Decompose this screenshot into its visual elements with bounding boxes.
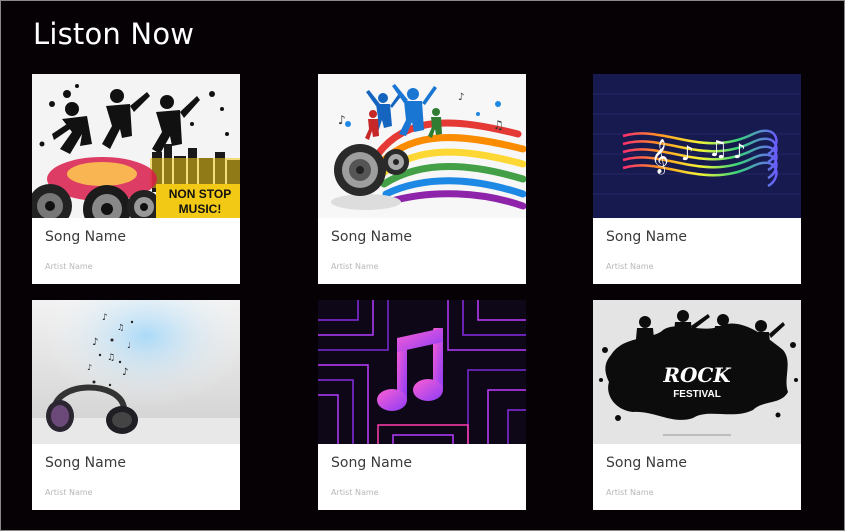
svg-text:♪: ♪ <box>122 367 128 378</box>
art-text-line-1: ROCK <box>662 363 732 387</box>
dance-party-speakers-art: NON STOP MUSIC! <box>32 74 240 218</box>
headphones-notes-art: ♪ ♫ ♪ ♩ ♫ ♪ ♪ <box>32 300 240 444</box>
artist-name: Artist Name <box>331 488 379 497</box>
song-name: Song Name <box>606 455 687 471</box>
art-text-line-2: FESTIVAL <box>673 389 721 400</box>
song-card[interactable]: ♪ ♫ ♪ ♩ ♫ ♪ ♪ Song Name Artist Name <box>32 300 240 510</box>
svg-text:𝄞: 𝄞 <box>651 139 669 175</box>
song-card[interactable]: ♪ ♫ ♪ Song Name Artist Name <box>318 74 526 284</box>
svg-text:♫: ♫ <box>117 323 124 332</box>
art-text-line-1: NON STOP <box>169 187 231 201</box>
app-window: Liston Now NON STOP MUSIC! Song Name Art… <box>1 1 844 530</box>
artist-name: Artist Name <box>331 262 379 271</box>
song-name: Song Name <box>45 229 126 245</box>
svg-text:♪: ♪ <box>92 337 98 348</box>
artist-name: Artist Name <box>45 488 93 497</box>
artist-name: Artist Name <box>45 262 93 271</box>
svg-text:♪: ♪ <box>338 113 346 127</box>
svg-text:♪: ♪ <box>102 313 108 323</box>
svg-text:♪: ♪ <box>681 141 694 165</box>
svg-text:♩: ♩ <box>127 341 131 350</box>
svg-text:♪: ♪ <box>87 363 92 372</box>
art-text-line-2: MUSIC! <box>179 202 222 216</box>
song-card[interactable]: ROCK FESTIVAL Song Name Artist Name <box>593 300 801 510</box>
svg-text:♫: ♫ <box>708 137 728 162</box>
page-title: Liston Now <box>33 17 195 51</box>
song-name: Song Name <box>331 455 412 471</box>
song-name: Song Name <box>45 455 126 471</box>
svg-text:♪: ♪ <box>733 139 746 163</box>
song-name: Song Name <box>606 229 687 245</box>
artist-name: Artist Name <box>606 262 654 271</box>
svg-text:♫: ♫ <box>493 118 504 132</box>
colorful-speaker-dancers-art: ♪ ♫ ♪ <box>318 74 526 218</box>
song-name: Song Name <box>331 229 412 245</box>
rock-festival-art: ROCK FESTIVAL <box>593 300 801 444</box>
song-card[interactable]: NON STOP MUSIC! Song Name Artist Name <box>32 74 240 284</box>
neon-music-notes-art: 𝄞 ♪ ♫ ♪ <box>593 74 801 218</box>
song-card[interactable]: 𝄞 ♪ ♫ ♪ Song Name Artist Name <box>593 74 801 284</box>
svg-text:♫: ♫ <box>107 353 115 363</box>
svg-text:♪: ♪ <box>458 92 464 103</box>
neon-music-app-icon-art <box>318 300 526 444</box>
song-card[interactable]: Song Name Artist Name <box>318 300 526 510</box>
artist-name: Artist Name <box>606 488 654 497</box>
